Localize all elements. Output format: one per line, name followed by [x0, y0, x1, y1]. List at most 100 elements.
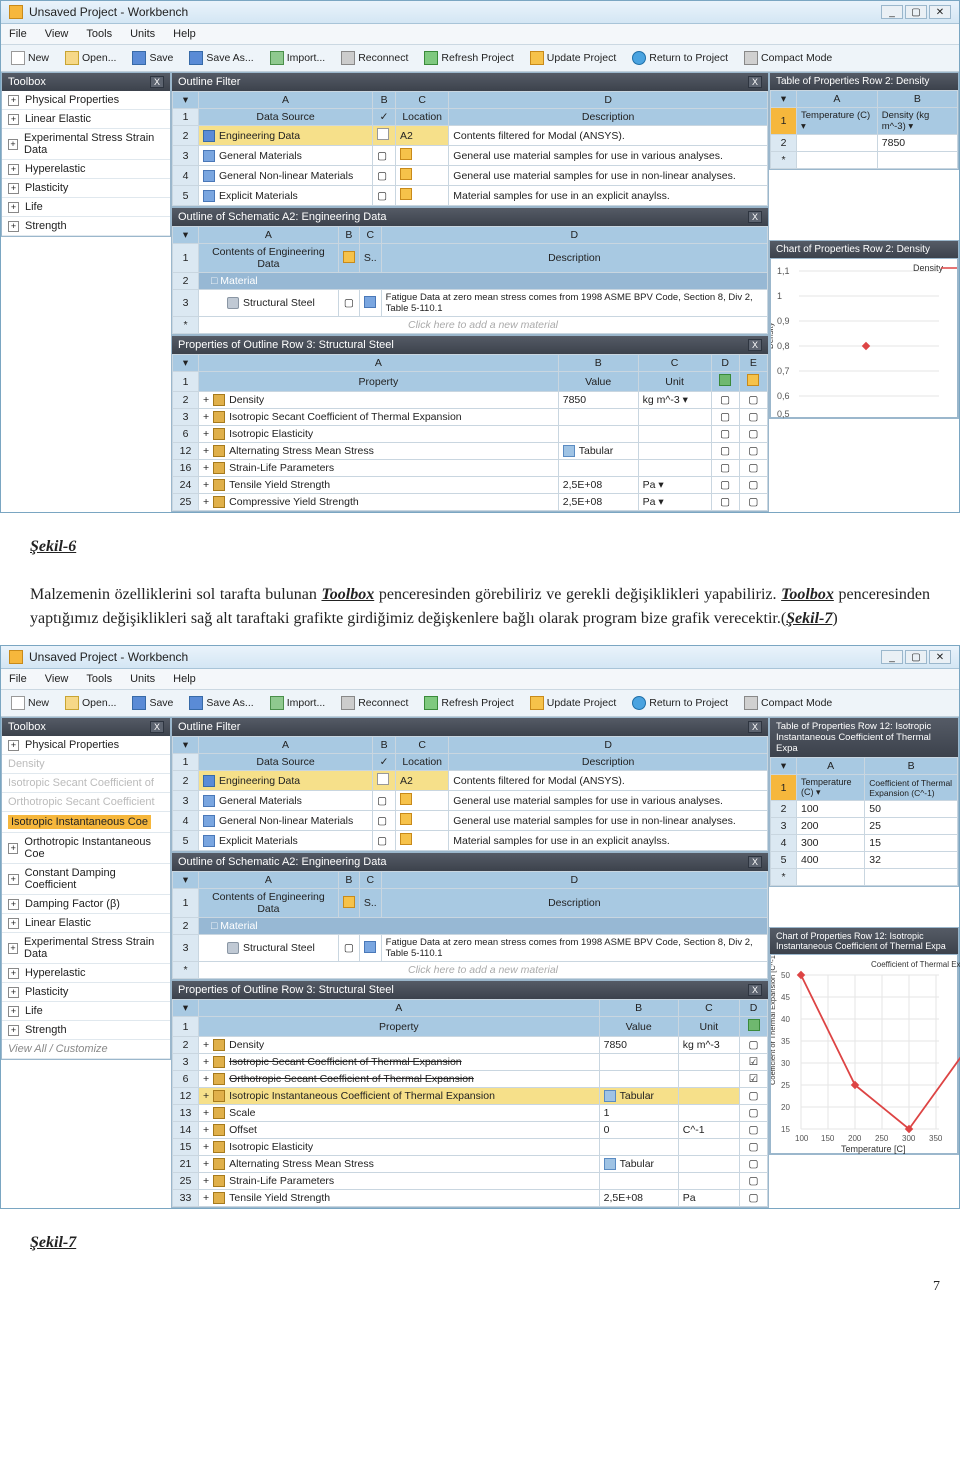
panel-close-icon[interactable]: X	[748, 339, 762, 351]
tb-return[interactable]: Return to Project	[626, 48, 734, 68]
menu-file[interactable]: File	[5, 26, 31, 42]
tb-reconnect[interactable]: Reconnect	[335, 48, 414, 68]
table-row[interactable]: 12+Alternating Stress Mean StressTabular…	[173, 443, 768, 460]
toolbox-close-icon[interactable]: X	[150, 721, 164, 733]
table-row[interactable]: 3+Isotropic Secant Coefficient of Therma…	[173, 409, 768, 426]
panel-close-icon[interactable]: X	[748, 721, 762, 733]
tb-refresh[interactable]: Refresh Project	[418, 693, 519, 713]
table-row[interactable]: 4General Non-linear Materials▢General us…	[173, 166, 768, 186]
table-row[interactable]: 430015	[771, 835, 958, 852]
table-row[interactable]: 25+Compressive Yield Strength2,5E+08Pa ▾…	[173, 494, 768, 511]
tb-save[interactable]: Save	[126, 693, 179, 713]
menu-help[interactable]: Help	[169, 671, 200, 687]
menubar[interactable]: File View Tools Units Help	[1, 669, 959, 690]
table-row[interactable]: 4General Non-linear Materials▢General us…	[173, 811, 768, 831]
table-row[interactable]: 13+Scale1▢	[173, 1105, 768, 1122]
toolbox-item[interactable]: +Experimental Stress Strain Data	[2, 933, 170, 964]
toolbox-item[interactable]: Density	[2, 755, 170, 774]
table-row[interactable]: 320025	[771, 818, 958, 835]
tb-open[interactable]: Open...	[59, 48, 122, 68]
table-row[interactable]: 210050	[771, 801, 958, 818]
tb-save[interactable]: Save	[126, 48, 179, 68]
tb-return[interactable]: Return to Project	[626, 693, 734, 713]
menu-tools[interactable]: Tools	[82, 26, 116, 42]
minimize-button[interactable]: _	[881, 650, 903, 664]
table-row[interactable]: 5Explicit Materials▢Material samples for…	[173, 186, 768, 206]
tb-open[interactable]: Open...	[59, 693, 122, 713]
panel-close-icon[interactable]: X	[748, 856, 762, 868]
menu-view[interactable]: View	[41, 671, 73, 687]
menu-view[interactable]: View	[41, 26, 73, 42]
menu-help[interactable]: Help	[169, 26, 200, 42]
table-row[interactable]: 5Explicit Materials▢Material samples for…	[173, 831, 768, 851]
tb-saveas[interactable]: Save As...	[183, 693, 259, 713]
toolbox-item[interactable]: Orthotropic Secant Coefficient	[2, 793, 170, 812]
table-row[interactable]: 21+Alternating Stress Mean StressTabular…	[173, 1156, 768, 1173]
tb-new[interactable]: New	[5, 48, 55, 68]
menu-file[interactable]: File	[5, 671, 31, 687]
menu-units[interactable]: Units	[126, 26, 159, 42]
properties-grid-1[interactable]: ▾ABCDE 1PropertyValueUnit 2+Density7850k…	[172, 354, 768, 511]
toolbox-item[interactable]: +Life	[2, 198, 170, 217]
toolbox-item[interactable]: +Strength	[2, 217, 170, 236]
table-row[interactable]: 540032	[771, 852, 958, 869]
toolbox-item[interactable]: +Linear Elastic	[2, 110, 170, 129]
table-row[interactable]: 14+Offset0C^-1▢	[173, 1122, 768, 1139]
table-row[interactable]: 16+Strain-Life Parameters▢▢	[173, 460, 768, 477]
toolbox-close-icon[interactable]: X	[150, 76, 164, 88]
close-button[interactable]: ✕	[929, 650, 951, 664]
table-row[interactable]: 2+Density7850kg m^-3 ▾▢▢	[173, 392, 768, 409]
panel-close-icon[interactable]: X	[748, 211, 762, 223]
close-button[interactable]: ✕	[929, 5, 951, 19]
table-row[interactable]: 2Engineering DataA2Contents filtered for…	[173, 126, 768, 146]
table-row[interactable]: 2Engineering DataA2Contents filtered for…	[173, 771, 768, 791]
table-props-grid[interactable]: ▾AB 1Temperature (C) ▾Density (kg m^-3) …	[770, 90, 958, 169]
table-row[interactable]: 3General Materials▢General use material …	[173, 791, 768, 811]
properties-grid-2[interactable]: ▾ABCD 1PropertyValueUnit 2+Density7850kg…	[172, 999, 768, 1207]
tb-reconnect[interactable]: Reconnect	[335, 693, 414, 713]
tb-update[interactable]: Update Project	[524, 693, 622, 713]
toolbox-item[interactable]: +Plasticity	[2, 983, 170, 1002]
tb-new[interactable]: New	[5, 693, 55, 713]
toolbox-item[interactable]: +Constant Damping Coefficient	[2, 864, 170, 895]
table-row[interactable]: 15+Isotropic Elasticity▢	[173, 1139, 768, 1156]
toolbox-item[interactable]: +Hyperelastic	[2, 160, 170, 179]
toolbox-view-all[interactable]: View All / Customize	[2, 1040, 170, 1059]
maximize-button[interactable]: ▢	[905, 650, 927, 664]
toolbox-item[interactable]: +Physical Properties	[2, 736, 170, 755]
toolbox-item[interactable]: +Damping Factor (β)	[2, 895, 170, 914]
toolbox-item[interactable]: +Linear Elastic	[2, 914, 170, 933]
menubar[interactable]: File View Tools Units Help	[1, 24, 959, 45]
table-row[interactable]: 12+Isotropic Instantaneous Coefficient o…	[173, 1088, 768, 1105]
tb-update[interactable]: Update Project	[524, 48, 622, 68]
table-props-grid-2[interactable]: ▾AB 1Temperature (C) ▾Coefficient of The…	[770, 757, 958, 886]
outline-filter-grid[interactable]: ▾ABCD 1Data Source✓LocationDescription 2…	[172, 91, 768, 206]
toolbox-item[interactable]: +Life	[2, 1002, 170, 1021]
table-row[interactable]: 2+Density7850kg m^-3▢	[173, 1037, 768, 1054]
toolbox-item[interactable]: +Hyperelastic	[2, 964, 170, 983]
panel-close-icon[interactable]: X	[748, 76, 762, 88]
table-row[interactable]: 3General Materials▢General use material …	[173, 146, 768, 166]
toolbox-item[interactable]: +Plasticity	[2, 179, 170, 198]
table-row[interactable]: 24+Tensile Yield Strength2,5E+08Pa ▾▢▢	[173, 477, 768, 494]
table-row[interactable]: 6+Orthotropic Secant Coefficient of Ther…	[173, 1071, 768, 1088]
tb-refresh[interactable]: Refresh Project	[418, 48, 519, 68]
schematic-grid[interactable]: ▾ABCD 1Contents of Engineering DataS..De…	[172, 226, 768, 334]
tb-import[interactable]: Import...	[264, 693, 332, 713]
table-row[interactable]: 3+Isotropic Secant Coefficient of Therma…	[173, 1054, 768, 1071]
menu-units[interactable]: Units	[126, 671, 159, 687]
schematic-grid-2[interactable]: ▾ABCD 1Contents of Engineering DataS..De…	[172, 871, 768, 979]
table-row[interactable]: 6+Isotropic Elasticity▢▢	[173, 426, 768, 443]
menu-tools[interactable]: Tools	[82, 671, 116, 687]
toolbox-item[interactable]: +Physical Properties	[2, 91, 170, 110]
minimize-button[interactable]: _	[881, 5, 903, 19]
tb-compact[interactable]: Compact Mode	[738, 693, 838, 713]
toolbox-item[interactable]: +Orthotropic Instantaneous Coe	[2, 833, 170, 864]
toolbox-item[interactable]: +Experimental Stress Strain Data	[2, 129, 170, 160]
tb-import[interactable]: Import...	[264, 48, 332, 68]
maximize-button[interactable]: ▢	[905, 5, 927, 19]
table-row[interactable]: 33+Tensile Yield Strength2,5E+08Pa▢	[173, 1190, 768, 1207]
toolbox-item-selected[interactable]: Isotropic Instantaneous Coe	[2, 812, 170, 833]
toolbox-item[interactable]: +Strength	[2, 1021, 170, 1040]
outline-filter-grid-2[interactable]: ▾ABCD 1Data Source✓LocationDescription 2…	[172, 736, 768, 851]
